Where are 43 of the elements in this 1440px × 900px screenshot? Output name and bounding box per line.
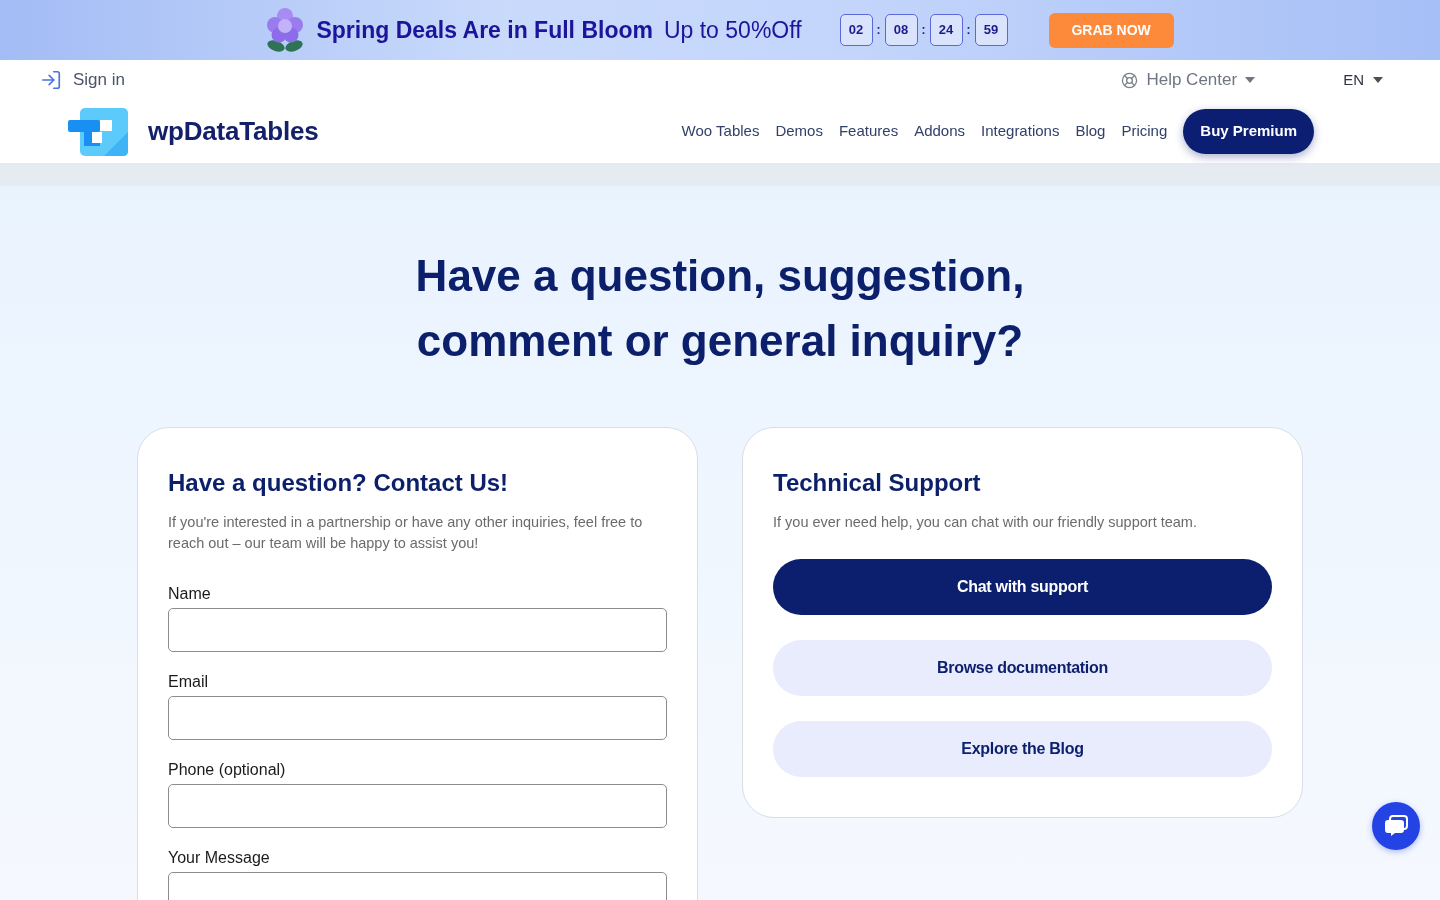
lifebuoy-icon (1121, 71, 1139, 89)
sign-in-link[interactable]: Sign in (40, 67, 125, 93)
promo-headline: Spring Deals Are in Full Bloom (316, 15, 653, 45)
logo-icon (68, 107, 128, 156)
card-description: If you're interested in a partnership or have any other inquiries, feel free to reach out – our team will be happy to assist you! (168, 513, 644, 553)
field-label: Your Message (168, 848, 271, 868)
page-heading: Have a question, suggestion, comment or general inquiry? (414, 250, 1026, 367)
nav-link[interactable]: Demos (775, 120, 823, 143)
card-description: If you ever need help, you can chat with our friendly support team. (773, 513, 1198, 532)
card-title: Technical Support (773, 468, 982, 498)
input-field[interactable] (168, 784, 667, 828)
buy-premium-button[interactable]: Buy Premium (1183, 109, 1314, 154)
countdown-box: 24 (929, 14, 963, 46)
countdown-separator: : (876, 22, 881, 39)
countdown-box: 02 (839, 14, 873, 46)
caret-down-icon (1373, 77, 1383, 83)
logo-text[interactable]: wpDataTables (148, 112, 319, 151)
promo-offer: Up to 50%Off (663, 15, 802, 45)
card-title: Have a question? Contact Us! (168, 468, 510, 498)
sign-in-icon (40, 69, 62, 91)
countdown-separator: : (921, 22, 926, 39)
nav-link[interactable]: Integrations (981, 120, 1060, 143)
field-label: Phone (optional) (168, 760, 287, 780)
input-field[interactable] (168, 608, 667, 652)
nav-link[interactable]: Addons (914, 120, 965, 143)
field-label: Email (168, 672, 209, 692)
nav-link[interactable]: Features (838, 120, 899, 143)
countdown-box: 08 (884, 14, 918, 46)
caret-down-icon (1245, 77, 1256, 83)
help-center-menu[interactable]: Help Center (1121, 67, 1256, 93)
link-button[interactable]: Explore the Blog (773, 721, 1272, 777)
chat-support-button[interactable]: Chat with support (773, 559, 1272, 615)
field-label: Name (168, 584, 212, 604)
nav-link[interactable]: Woo Tables (681, 120, 760, 143)
nav-link[interactable]: Pricing (1121, 120, 1168, 143)
countdown-separator: : (966, 22, 971, 39)
flower-icon (266, 8, 305, 52)
countdown-box: 59 (974, 14, 1008, 46)
nav-link[interactable]: Blog (1075, 120, 1106, 143)
input-field[interactable] (168, 696, 667, 740)
language-selector[interactable]: EN (1343, 68, 1383, 92)
chat-icon (1384, 815, 1408, 837)
link-button[interactable]: Browse documentation (773, 640, 1272, 696)
